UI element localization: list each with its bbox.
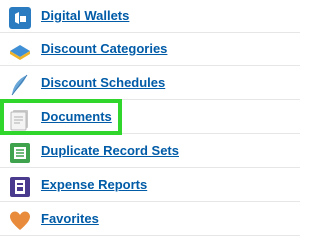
- discount-categories-link[interactable]: Discount Categories: [41, 41, 167, 56]
- list-item-discount-categories: Discount Categories: [0, 33, 300, 66]
- documents-link[interactable]: Documents: [41, 109, 112, 124]
- document-icon: [8, 107, 32, 131]
- receipt-icon: [8, 175, 32, 199]
- duplicate-icon: [8, 141, 32, 165]
- duplicate-record-sets-link[interactable]: Duplicate Record Sets: [41, 143, 179, 158]
- wallet-icon: [8, 6, 32, 30]
- digital-wallets-link[interactable]: Digital Wallets: [41, 8, 129, 23]
- discount-schedules-link[interactable]: Discount Schedules: [41, 75, 165, 90]
- list-item-duplicate-record-sets: Duplicate Record Sets: [0, 135, 300, 168]
- favorites-link[interactable]: Favorites: [41, 211, 99, 226]
- expense-reports-link[interactable]: Expense Reports: [41, 177, 147, 192]
- list-item-favorites: Favorites: [0, 203, 300, 236]
- list-item-discount-schedules: Discount Schedules: [0, 67, 300, 100]
- list-item-documents: Documents: [0, 101, 300, 134]
- list-item-digital-wallets: Digital Wallets: [0, 0, 300, 33]
- object-list: Digital Wallets Discount Categories Disc…: [0, 0, 300, 236]
- list-item-expense-reports: Expense Reports: [0, 169, 300, 202]
- feather-icon: [8, 73, 32, 97]
- heart-icon: [8, 209, 32, 233]
- tag-icon: [8, 39, 32, 63]
